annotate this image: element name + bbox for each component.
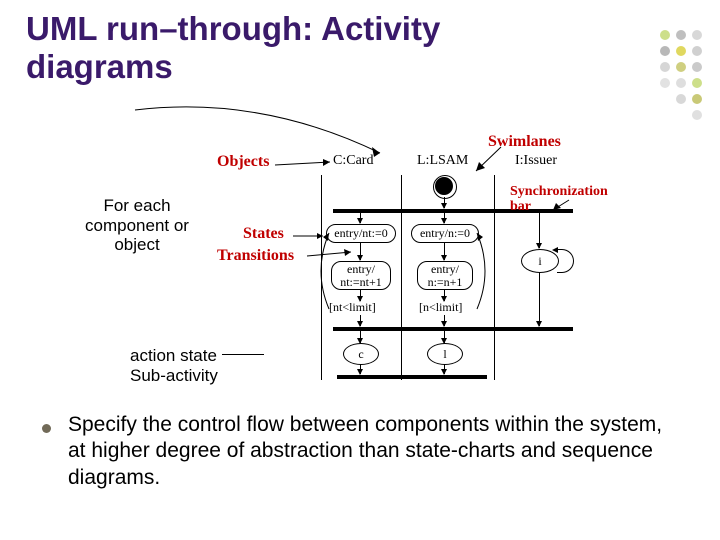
subactivity-c: c xyxy=(343,343,379,365)
state-c-init: entry/nt:=0 xyxy=(326,224,396,243)
arrow-l-trans xyxy=(444,242,445,260)
loop-c xyxy=(317,231,335,313)
leader-objects xyxy=(275,160,335,170)
arrow-i-bar2 xyxy=(539,272,540,326)
activity-diagram: Objects Swimlanes C:Card L:LSAM I:Issuer… xyxy=(225,145,625,400)
arrow-l-bar2 xyxy=(444,315,445,326)
lane-header-c: C:Card xyxy=(333,153,373,169)
sync-bar-3 xyxy=(337,375,487,379)
arrow-bar1-l xyxy=(444,213,445,223)
arrow-c-bar3 xyxy=(360,364,361,374)
label-states: States xyxy=(243,225,284,243)
arrow-c-trans xyxy=(360,242,361,260)
state-c-incr: entry/ nt:=nt+1 xyxy=(331,261,391,290)
arrow-bar1-c xyxy=(360,213,361,223)
arrow-bar1-i xyxy=(539,213,540,248)
lane-header-l: L:LSAM xyxy=(417,153,468,169)
note-action-state-line1: action state xyxy=(130,346,217,365)
lane-header-i: I:Issuer xyxy=(515,153,557,169)
decorative-dots xyxy=(606,30,706,115)
sync-bar-2 xyxy=(333,327,573,331)
guard-c: [nt<limit] xyxy=(329,300,376,315)
arrow-bar2-c xyxy=(360,331,361,343)
arrow-bar2-l xyxy=(444,331,445,343)
arrow-init-to-bar xyxy=(444,197,445,208)
note-action-state: action state Sub-activity xyxy=(130,346,218,385)
slide-title: UML run–through: Activity diagrams xyxy=(26,10,586,86)
note-for-each: For each component or object xyxy=(62,196,212,255)
leader-syncbar xyxy=(551,200,571,212)
subactivity-l: l xyxy=(427,343,463,365)
note-sub-activity-line2: Sub-activity xyxy=(130,366,218,385)
arrow-c-bar2 xyxy=(360,315,361,326)
bullet-text: Specify the control flow between compone… xyxy=(68,412,678,491)
state-l-incr: entry/ n:=n+1 xyxy=(417,261,473,290)
initial-node xyxy=(435,177,453,195)
loop-l xyxy=(473,231,491,313)
leader-swimlanes xyxy=(473,147,503,175)
state-l-init: entry/n:=0 xyxy=(411,224,479,243)
self-loop-i xyxy=(557,249,574,273)
arrow-l-bar3 xyxy=(444,364,445,374)
label-objects: Objects xyxy=(217,153,269,171)
label-transitions: Transitions xyxy=(217,247,294,265)
bullet-icon xyxy=(42,424,51,433)
guard-l: [n<limit] xyxy=(419,300,462,315)
